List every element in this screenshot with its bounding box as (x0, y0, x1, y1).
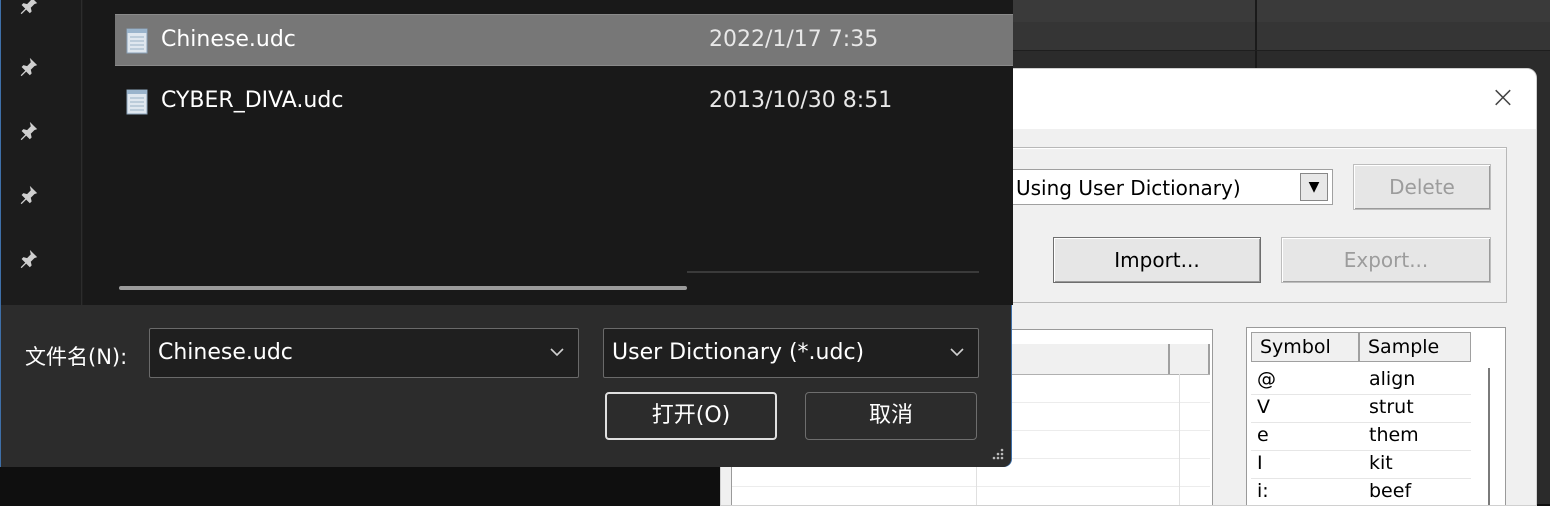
cancel-button[interactable]: 取消 (805, 392, 977, 440)
navigation-pane (1, 0, 82, 305)
file-type-select[interactable]: User Dictionary (*.udc) (603, 328, 979, 378)
pin-icon[interactable] (17, 56, 39, 78)
sample-cell: strut (1369, 396, 1414, 418)
table-row[interactable]: I kit (1251, 450, 1471, 479)
file-name: Chinese.udc (161, 27, 296, 52)
horizontal-scrollbar[interactable] (119, 286, 687, 290)
sample-cell: align (1369, 368, 1416, 390)
sample-cell: beef (1369, 480, 1412, 502)
background-toolbar (1000, 0, 1550, 22)
symbol-cell: @ (1257, 368, 1276, 390)
vertical-scrollbar[interactable] (1488, 368, 1490, 505)
chevron-down-icon[interactable] (548, 343, 566, 361)
export-button[interactable]: Export... (1281, 237, 1491, 283)
list-item-file[interactable]: CYBER_DIVA.udc 2013/10/30 8:51 (115, 76, 1013, 128)
grid-line (732, 486, 1210, 487)
resize-grip-icon[interactable] (989, 445, 1005, 461)
symbol-column-header[interactable]: Symbol (1251, 332, 1359, 362)
filename-label: 文件名(N): (25, 345, 128, 369)
symbol-cell: i: (1257, 480, 1269, 502)
sample-column-header[interactable]: Sample (1359, 332, 1471, 362)
open-button[interactable]: 打开(O) (605, 392, 777, 440)
dialog-footer: 文件名(N): Chinese.udc User Dictionary (*.u… (1, 305, 1011, 467)
symbol-cell: V (1257, 396, 1270, 418)
list-divider (687, 271, 979, 273)
list-item-file[interactable]: Chinese.udc 2022/1/17 7:35 (115, 14, 1013, 66)
delete-button[interactable]: Delete (1353, 164, 1491, 210)
chevron-down-icon[interactable] (948, 343, 966, 361)
open-file-dialog: Chinese.udc 2022/1/17 7:35 CYBER_DIVA.ud… (0, 0, 1013, 467)
document-icon (126, 28, 148, 54)
pin-icon[interactable] (17, 248, 39, 270)
dropdown-arrow-icon[interactable]: ▼ (1300, 173, 1328, 201)
file-list[interactable]: Chinese.udc 2022/1/17 7:35 CYBER_DIVA.ud… (83, 0, 1013, 305)
file-type-value: User Dictionary (*.udc) (612, 340, 865, 365)
table-row[interactable]: i: beef (1251, 478, 1471, 505)
column-separator (1179, 374, 1180, 505)
file-name: CYBER_DIVA.udc (161, 88, 344, 113)
dictionary-select-value: Using User Dictionary) (1016, 176, 1241, 200)
background-track-band (1000, 22, 1550, 50)
pin-icon[interactable] (17, 0, 39, 16)
dictionary-select[interactable]: Using User Dictionary) ▼ (1001, 169, 1333, 205)
table-row[interactable]: e them (1251, 422, 1471, 451)
symbol-cell: I (1257, 452, 1263, 474)
document-icon (126, 89, 148, 115)
table-row[interactable]: @ align (1251, 366, 1471, 395)
background-gridline (1000, 50, 1550, 51)
close-icon[interactable]: × (1486, 81, 1520, 115)
import-button[interactable]: Import... (1053, 237, 1261, 283)
table-row[interactable]: V strut (1251, 394, 1471, 423)
filename-input[interactable]: Chinese.udc (149, 328, 579, 378)
pin-icon[interactable] (17, 120, 39, 142)
sample-cell: kit (1369, 452, 1393, 474)
column-divider[interactable] (1168, 344, 1170, 374)
filename-value: Chinese.udc (158, 340, 293, 365)
phonetic-symbol-list[interactable]: Symbol Sample @ align V strut e them I k… (1246, 327, 1506, 505)
column-divider[interactable] (1208, 344, 1210, 374)
file-date: 2013/10/30 8:51 (709, 88, 893, 113)
file-date: 2022/1/17 7:35 (709, 27, 879, 52)
pin-icon[interactable] (17, 184, 39, 206)
background-divider (1255, 0, 1257, 68)
symbol-cell: e (1257, 424, 1269, 446)
sample-cell: them (1369, 424, 1419, 446)
